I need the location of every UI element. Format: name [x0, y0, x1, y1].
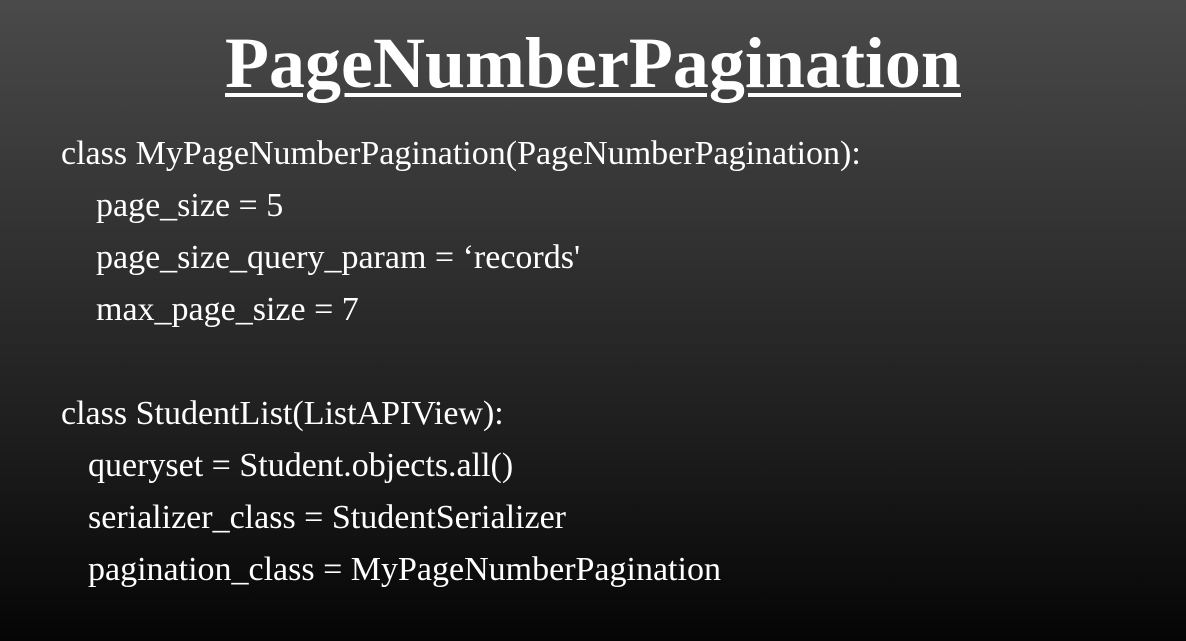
presentation-slide: PageNumberPagination class MyPageNumberP…	[0, 0, 1186, 641]
page-size-query-param-line: page_size_query_param = ‘records'	[96, 239, 581, 276]
slide-title: PageNumberPagination	[225, 23, 961, 103]
max-page-size-line: max_page_size = 7	[96, 291, 359, 328]
pagination-class-line: pagination_class = MyPageNumberPaginatio…	[88, 551, 721, 588]
page-size-line: page_size = 5	[96, 187, 284, 224]
pagination-class-declaration: class MyPageNumberPagination(PageNumberP…	[61, 135, 861, 172]
code-snippet: class MyPageNumberPagination(PageNumberP…	[61, 128, 861, 596]
queryset-line: queryset = Student.objects.all()	[88, 447, 514, 484]
serializer-class-line: serializer_class = StudentSerializer	[88, 499, 566, 536]
studentlist-class-declaration: class StudentList(ListAPIView):	[61, 395, 504, 432]
